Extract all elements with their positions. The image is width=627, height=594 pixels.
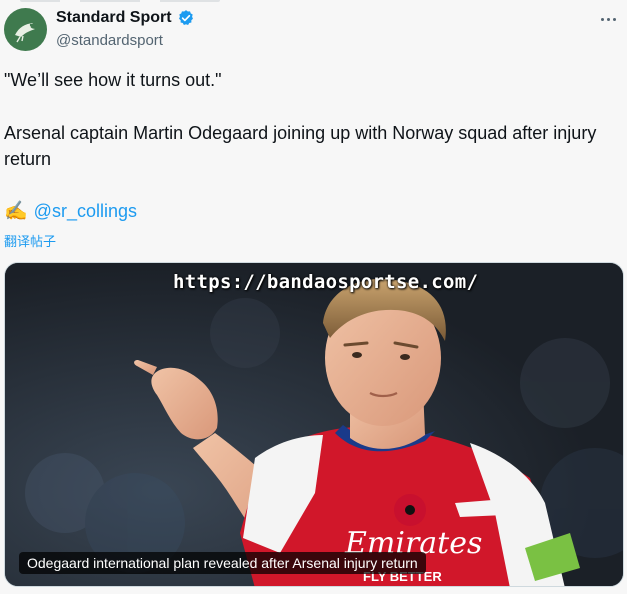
more-options-icon[interactable]	[597, 11, 619, 27]
avatar[interactable]	[4, 8, 47, 51]
translate-post-link[interactable]: 翻译帖子	[4, 231, 56, 250]
media-caption: Odegaard international plan revealed aft…	[19, 552, 426, 574]
watermark-url: https://bandaosportse.com/	[173, 271, 479, 293]
author-name-row: Standard Sport	[56, 9, 195, 27]
verified-badge-icon	[177, 9, 195, 27]
cropped-previous-content	[20, 0, 220, 2]
mention-row: ✍️ @sr_collings	[4, 199, 137, 223]
mention-link[interactable]: @sr_collings	[34, 201, 137, 222]
bird-logo-icon	[14, 22, 35, 42]
writing-hand-icon: ✍️	[4, 201, 28, 222]
tweet-media-image[interactable]: Emirates FLY BETTER https://bandaosportse…	[4, 262, 624, 587]
tweet-headline: Arsenal captain Martin Odegaard joining …	[4, 123, 597, 169]
tweet-quote: "We’ll see how it turns out."	[4, 70, 222, 90]
account-handle[interactable]: @standardsport	[56, 32, 163, 49]
display-name[interactable]: Standard Sport	[56, 9, 172, 27]
player-photo: EmiratesFLY BETTER	[5, 263, 623, 586]
